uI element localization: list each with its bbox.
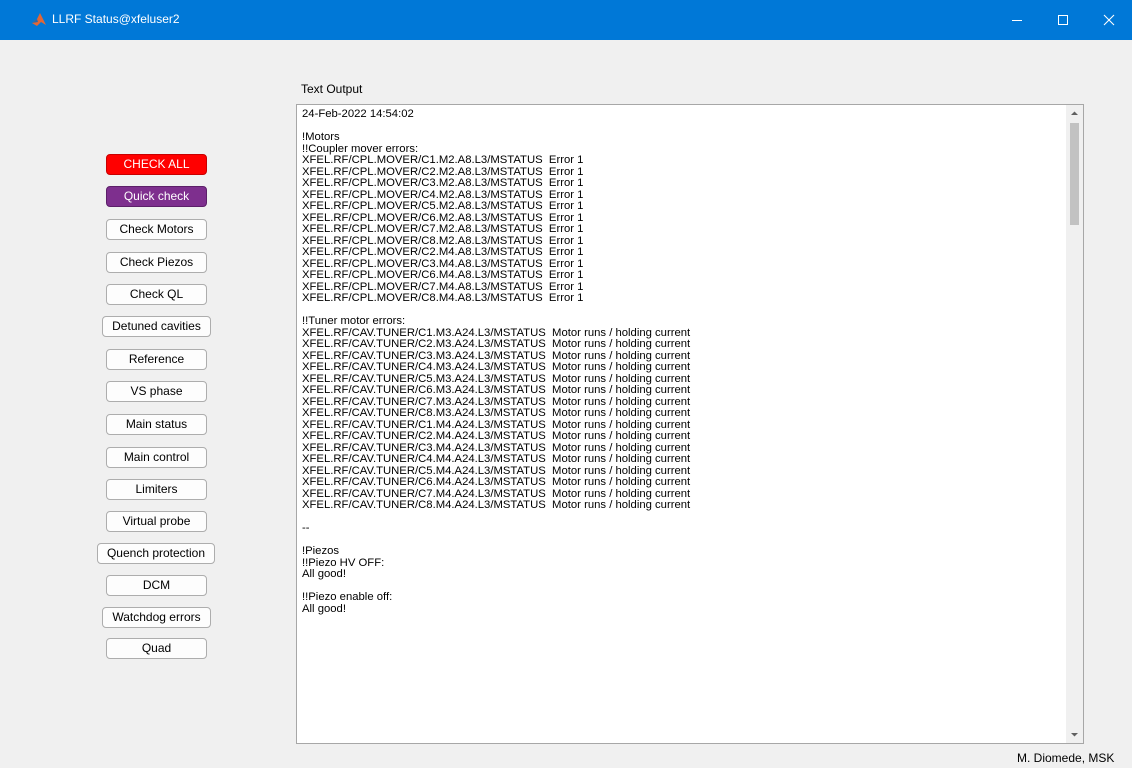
check-ql-button[interactable]: Check QL [106,284,207,305]
author-credit: M. Diomede, MSK [1017,751,1115,765]
virtual-probe-button[interactable]: Virtual probe [106,511,207,532]
check-all-button[interactable]: CHECK ALL [106,154,207,175]
watchdog-errors-button[interactable]: Watchdog errors [102,607,211,628]
chevron-up-icon [1071,111,1078,115]
minimize-button[interactable] [994,0,1040,40]
check-motors-button[interactable]: Check Motors [106,219,207,240]
close-button[interactable] [1086,0,1132,40]
scroll-thumb[interactable] [1070,123,1079,225]
text-output-content: 24-Feb-2022 14:54:02 !Motors !!Coupler m… [302,109,691,615]
scroll-up-button[interactable] [1066,105,1083,122]
minimize-icon [1012,20,1022,21]
detuned-cavities-button[interactable]: Detuned cavities [102,316,211,337]
chevron-down-icon [1071,733,1078,737]
close-icon [1103,14,1115,26]
title-bar: LLRF Status@xfeluser2 [0,0,1132,40]
vs-phase-button[interactable]: VS phase [106,381,207,402]
maximize-button[interactable] [1040,0,1086,40]
text-output-area[interactable]: 24-Feb-2022 14:54:02 !Motors !!Coupler m… [296,104,1084,744]
matlab-icon [32,13,46,26]
main-status-button[interactable]: Main status [106,414,207,435]
check-piezos-button[interactable]: Check Piezos [106,252,207,273]
maximize-icon [1058,15,1068,25]
window-title: LLRF Status@xfeluser2 [52,12,180,26]
main-control-button[interactable]: Main control [106,447,207,468]
text-output-label: Text Output [301,82,363,96]
scroll-down-button[interactable] [1066,726,1083,743]
limiters-button[interactable]: Limiters [106,479,207,500]
reference-button[interactable]: Reference [106,349,207,370]
vertical-scrollbar[interactable] [1066,105,1083,743]
dcm-button[interactable]: DCM [106,575,207,596]
quench-protection-button[interactable]: Quench protection [97,543,215,564]
quick-check-button[interactable]: Quick check [106,186,207,207]
quad-button[interactable]: Quad [106,638,207,659]
